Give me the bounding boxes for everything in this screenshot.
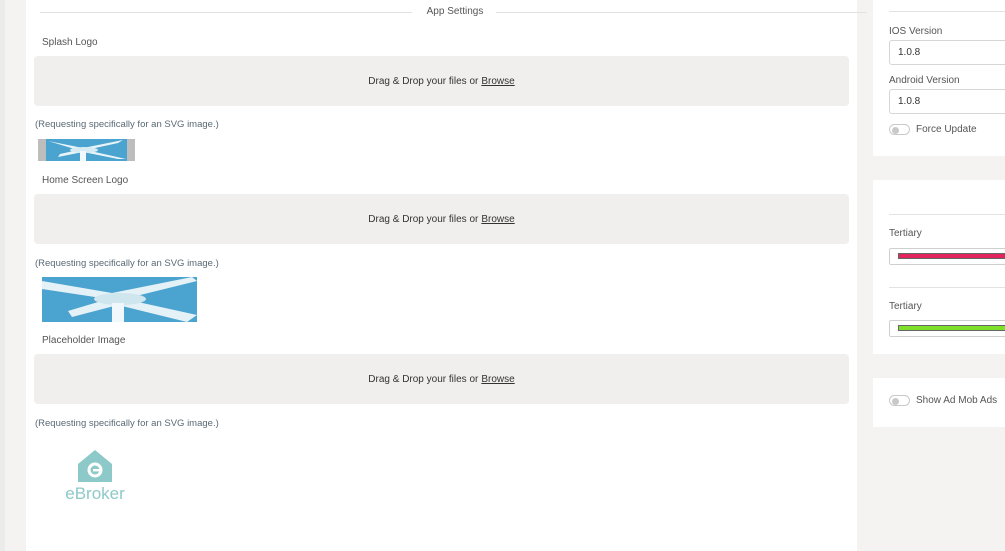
section-title: App Settings — [426, 6, 484, 17]
browse-link[interactable]: Browse — [481, 76, 514, 87]
section-header: App Settings — [40, 5, 867, 19]
splash-logo-dropzone[interactable]: Drag & Drop your files or Browse — [34, 56, 849, 106]
app-settings-card: App Settings Splash Logo Drag & Drop you… — [26, 0, 867, 551]
header-divider-left — [40, 12, 412, 13]
toggle-knob — [892, 397, 899, 405]
color-card-divider-top — [889, 214, 1005, 215]
force-update-toggle[interactable] — [889, 124, 910, 135]
splash-logo-preview — [38, 139, 135, 161]
ads-settings-card: Show Ad Mob Ads — [873, 378, 1005, 427]
dropzone-text: Drag & Drop your files or — [368, 213, 479, 225]
dropzone-text: Drag & Drop your files or — [368, 373, 479, 385]
version-settings-card: IOS Version Android Version Force Update — [873, 0, 1005, 156]
color-picker-1[interactable] — [889, 248, 1005, 265]
show-ad-mob-toggle-row[interactable]: Show Ad Mob Ads — [889, 395, 997, 406]
ios-version-input[interactable] — [889, 40, 1005, 65]
show-ad-mob-label: Show Ad Mob Ads — [916, 395, 998, 406]
color-swatch-2 — [898, 325, 1005, 331]
browse-link[interactable]: Browse — [481, 374, 514, 385]
placeholder-image-dropzone[interactable]: Drag & Drop your files or Browse — [34, 354, 849, 404]
splash-logo-label: Splash Logo — [42, 37, 98, 48]
home-screen-logo-label: Home Screen Logo — [42, 175, 129, 186]
ios-version-label: IOS Version — [889, 26, 943, 37]
color-label-1: Tertiary — [889, 228, 922, 239]
ebroker-logo-text: eBroker — [65, 484, 125, 503]
home-screen-logo-hint: (Requesting specifically for an SVG imag… — [35, 258, 219, 269]
splash-logo-hint: (Requesting specifically for an SVG imag… — [35, 119, 219, 130]
color-picker-2[interactable] — [889, 320, 1005, 337]
color-swatch-1 — [898, 253, 1005, 259]
card-top-divider — [889, 11, 1005, 12]
color-card-divider-mid — [889, 287, 1005, 288]
header-divider-right — [496, 12, 867, 13]
android-version-label: Android Version — [889, 75, 960, 86]
color-settings-card: Tertiary Tertiary — [873, 180, 1005, 354]
toggle-knob — [892, 126, 899, 134]
force-update-label: Force Update — [916, 124, 977, 135]
placeholder-logo-preview: eBroker — [60, 448, 130, 506]
dropzone-text: Drag & Drop your files or — [368, 75, 479, 87]
placeholder-image-hint: (Requesting specifically for an SVG imag… — [35, 418, 219, 429]
home-screen-logo-preview — [42, 277, 197, 322]
placeholder-image-label: Placeholder Image — [42, 335, 126, 346]
browse-link[interactable]: Browse — [481, 214, 514, 225]
force-update-toggle-row[interactable]: Force Update — [889, 124, 977, 135]
home-screen-logo-dropzone[interactable]: Drag & Drop your files or Browse — [34, 194, 849, 244]
show-ad-mob-toggle[interactable] — [889, 395, 910, 406]
android-version-input[interactable] — [889, 89, 1005, 114]
color-label-2: Tertiary — [889, 301, 922, 312]
page-left-edge — [0, 0, 5, 551]
